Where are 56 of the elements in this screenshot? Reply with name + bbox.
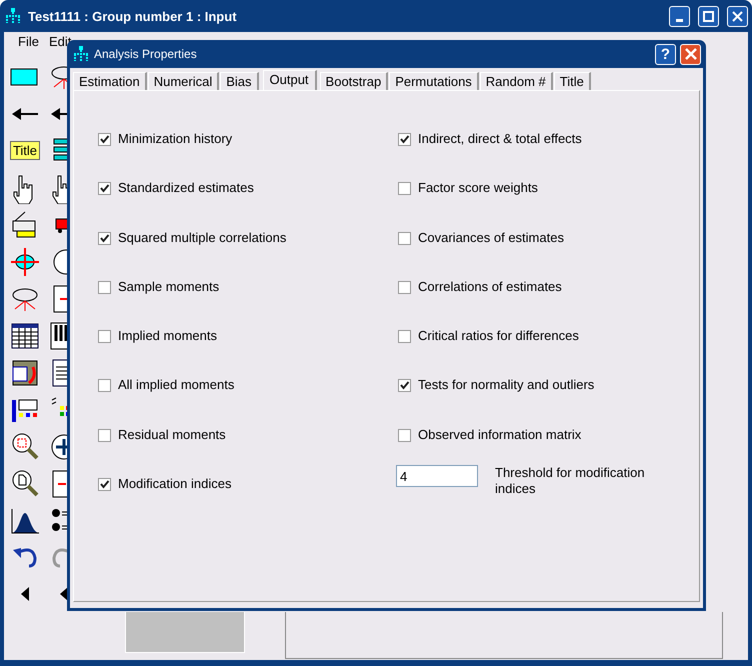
tab[interactable]: Estimation — [73, 72, 147, 90]
tab[interactable]: Permutations — [389, 72, 479, 90]
option-label: Factor score weights — [418, 180, 538, 196]
threshold-field[interactable]: 4 — [396, 465, 478, 488]
checkbox[interactable] — [398, 428, 411, 442]
option-label: Residual moments — [118, 426, 226, 442]
minimize-button[interactable] — [669, 6, 690, 26]
option-label: Correlations of estimates — [418, 278, 562, 294]
checkbox[interactable] — [98, 182, 111, 196]
window-title: Test1111 : Group number 1 : Input — [28, 8, 237, 24]
checkbox[interactable] — [398, 182, 411, 196]
checkbox[interactable] — [398, 232, 411, 245]
checkbox[interactable] — [398, 280, 411, 294]
dialog-title: Analysis Properties — [94, 47, 197, 61]
checkbox[interactable] — [98, 379, 111, 392]
option-label: Indirect, direct & total effects — [418, 131, 582, 146]
maximize-button[interactable] — [698, 6, 719, 26]
option-label: Minimization history — [118, 131, 232, 146]
maximize-icon — [703, 10, 714, 22]
menu-item[interactable]: File — [18, 34, 39, 48]
option-label: Modification indices — [118, 476, 232, 492]
tab[interactable]: Numerical — [148, 72, 220, 90]
tab[interactable]: Random # — [480, 72, 553, 90]
option-label: Squared multiple correlations — [118, 230, 286, 245]
checkbox[interactable] — [98, 232, 111, 245]
tab[interactable]: Title — [554, 72, 591, 90]
help-button[interactable]: ? — [655, 44, 676, 64]
checkbox[interactable] — [98, 478, 111, 492]
checkbox[interactable] — [398, 133, 411, 146]
option-label: Observed information matrix — [418, 426, 582, 442]
option-label: Implied moments — [118, 328, 217, 344]
tab[interactable]: Bias — [220, 72, 259, 90]
close-icon — [684, 48, 696, 60]
option-label: Tests for normality and outliers — [418, 377, 594, 392]
checkbox[interactable] — [398, 379, 411, 392]
app-logo-icon — [72, 45, 90, 63]
resize-arrows-icon[interactable] — [9, 246, 41, 278]
checkbox[interactable] — [398, 330, 411, 344]
title-tool[interactable]: Title — [10, 141, 40, 160]
option-label: Critical ratios for differences — [418, 328, 579, 344]
checkbox[interactable] — [98, 428, 111, 442]
checkbox[interactable] — [98, 280, 111, 294]
option-label: Sample moments — [118, 278, 220, 294]
checkbox[interactable] — [98, 133, 111, 146]
close-icon — [732, 10, 743, 22]
option-label: All implied moments — [118, 377, 234, 392]
app-logo-icon — [4, 7, 22, 25]
close-button[interactable] — [680, 44, 701, 64]
option-label: Standardized estimates — [118, 180, 254, 196]
checkbox[interactable] — [98, 330, 111, 344]
tab[interactable]: Bootstrap — [320, 72, 388, 90]
close-button[interactable] — [727, 6, 748, 26]
option-label: Covariances of estimates — [418, 230, 564, 245]
threshold-label: Threshold for modification indices — [495, 465, 646, 498]
minimize-icon — [676, 18, 683, 22]
tab[interactable]: Output — [262, 70, 317, 90]
